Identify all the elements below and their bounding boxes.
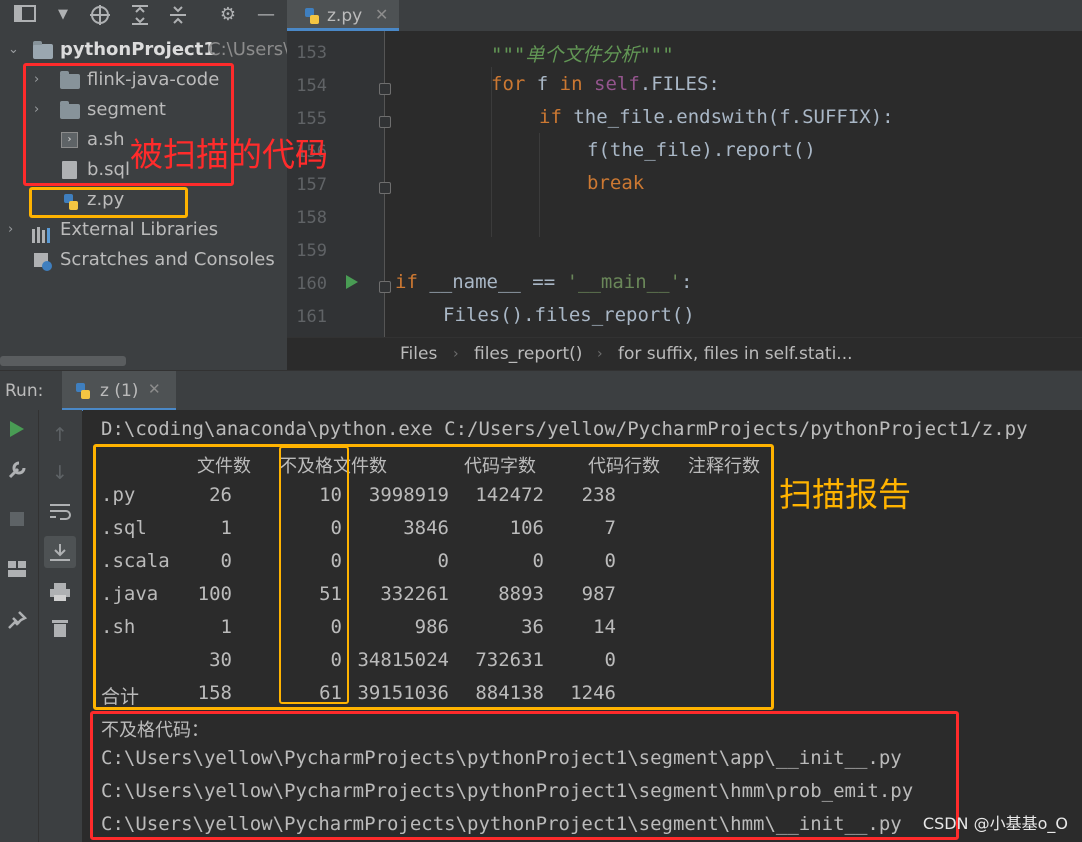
hide-panel-icon[interactable]: — [252, 4, 280, 26]
project-toolbar: ▼ ⚙ — [0, 0, 287, 32]
collapse-all-icon[interactable] [164, 4, 192, 26]
tree-root-pythonProject1[interactable]: ⌄ pythonProject1 C:\Users\y [0, 35, 300, 65]
code-text: f [525, 73, 560, 95]
chevron-down-icon[interactable]: ⌄ [8, 35, 19, 65]
watermark: CSDN @小基基o_O [922, 814, 1068, 833]
scan-report-annotation: 扫描报告 [779, 475, 911, 514]
run-toolbar: ↑ ↓ [0, 410, 82, 842]
folder-icon [33, 41, 53, 59]
keyword-in: in [559, 73, 583, 95]
code-text: __name__ == [417, 271, 567, 293]
run-tab-z[interactable]: z (1) ✕ [62, 371, 176, 411]
rerun-icon[interactable] [2, 420, 32, 443]
breadcrumb: Files › files_report() › for suffix, fil… [287, 337, 1082, 371]
fold-marker-icon[interactable] [379, 281, 391, 293]
locate-file-icon[interactable] [86, 4, 114, 26]
code-line-155: if the_file.endswith(f.SUFFIX): [395, 106, 894, 128]
code-line-160: if __name__ == '__main__': [395, 271, 692, 293]
code-text: : [681, 271, 693, 293]
z-py-highlight-box [29, 187, 188, 218]
expand-all-icon[interactable] [126, 4, 154, 26]
keyword-if: if [539, 106, 562, 128]
string-literal: '__main__' [566, 271, 681, 293]
scratches-icon [33, 252, 53, 282]
run-gutter-icon[interactable] [345, 274, 359, 294]
tab-z-py[interactable]: z.py ✕ [287, 0, 399, 31]
root-name: pythonProject1 [60, 39, 216, 60]
code-text: Files().files_report() [443, 304, 695, 326]
scroll-to-end-icon[interactable] [44, 536, 76, 568]
self-token: self [594, 73, 640, 95]
breadcrumb-separator-icon: › [453, 346, 459, 362]
fold-marker-icon[interactable] [379, 83, 391, 95]
pin-icon[interactable] [2, 610, 32, 635]
run-toolwindow-header: Run: z (1) ✕ [0, 370, 1082, 411]
fold-marker-icon[interactable] [379, 182, 391, 194]
run-tab-label: z (1) [100, 381, 139, 401]
tab-label: z.py [327, 6, 363, 26]
line-number: 153 [296, 43, 327, 63]
tree-item-external-libraries[interactable]: › External Libraries [0, 215, 287, 245]
line-number: 157 [296, 175, 327, 195]
chevron-right-icon[interactable]: › [8, 215, 13, 245]
close-tab-icon[interactable]: ✕ [148, 380, 161, 398]
breadcrumb-item[interactable]: files_report() [474, 344, 582, 364]
line-number: 161 [296, 307, 327, 327]
code-line-157: break [395, 172, 644, 194]
arrow-up-icon[interactable]: ↑ [45, 424, 75, 446]
breadcrumb-item[interactable]: for suffix, files in self.stati... [618, 344, 853, 364]
code-text: .FILES: [639, 73, 720, 95]
scan-report-highlight-box [93, 444, 774, 710]
keyword-break: break [587, 172, 645, 194]
layout-icon[interactable] [2, 560, 32, 583]
divider [38, 410, 39, 842]
python-file-icon [74, 382, 92, 404]
line-number: 158 [296, 208, 327, 228]
project-view-icon[interactable] [10, 4, 40, 26]
editor-tab-bar: z.py ✕ [287, 0, 1082, 32]
keyword-if: if [395, 271, 418, 293]
keyword-for: for [491, 73, 526, 95]
code-text: f(the_file).report() [587, 139, 816, 161]
console-command-line: D:\coding\anaconda\python.exe C:/Users/y… [101, 418, 1028, 440]
line-number: 160 [296, 274, 327, 294]
code-text: the_file.endswith(f.SUFFIX): [561, 106, 894, 128]
python-file-icon [303, 7, 321, 29]
close-tab-icon[interactable]: ✕ [375, 5, 388, 24]
line-number: 159 [296, 241, 327, 261]
arrow-down-icon[interactable]: ↓ [45, 462, 75, 484]
tree-item-scratches-and-consoles[interactable]: Scratches and Consoles [0, 245, 287, 275]
trash-icon[interactable] [45, 618, 75, 643]
docstring: """单个文件分析""" [491, 44, 674, 66]
scanned-code-annotation: 被扫描的代码 [130, 135, 328, 174]
line-number: 154 [296, 76, 327, 96]
code-line-153: """单个文件分析""" [395, 40, 674, 67]
breadcrumb-separator-icon: › [597, 346, 603, 362]
line-number: 155 [296, 109, 327, 129]
view-dropdown-icon[interactable]: ▼ [54, 4, 72, 26]
soft-wrap-icon[interactable] [45, 502, 75, 525]
breadcrumb-item[interactable]: Files [400, 344, 437, 364]
wrench-icon[interactable] [2, 460, 32, 485]
stop-icon[interactable] [2, 510, 32, 532]
print-icon[interactable] [45, 582, 75, 607]
failed-code-highlight-box [90, 711, 959, 840]
fold-marker-icon[interactable] [379, 116, 391, 128]
tree-item-label: Scratches and Consoles [60, 249, 275, 270]
failed-count-column-box [279, 446, 349, 704]
code-line-161: Files().files_report() [395, 304, 695, 326]
code-line-156: f(the_file).report() [395, 139, 816, 161]
run-label: Run: [5, 381, 44, 401]
code-editor[interactable]: 153 154 155 156 157 158 159 160 161 """单… [287, 31, 1082, 337]
gear-icon[interactable]: ⚙ [214, 4, 242, 26]
horizontal-scrollbar[interactable] [0, 356, 126, 366]
code-line-154: for f in self.FILES: [395, 73, 720, 95]
tree-item-label: External Libraries [60, 219, 219, 240]
